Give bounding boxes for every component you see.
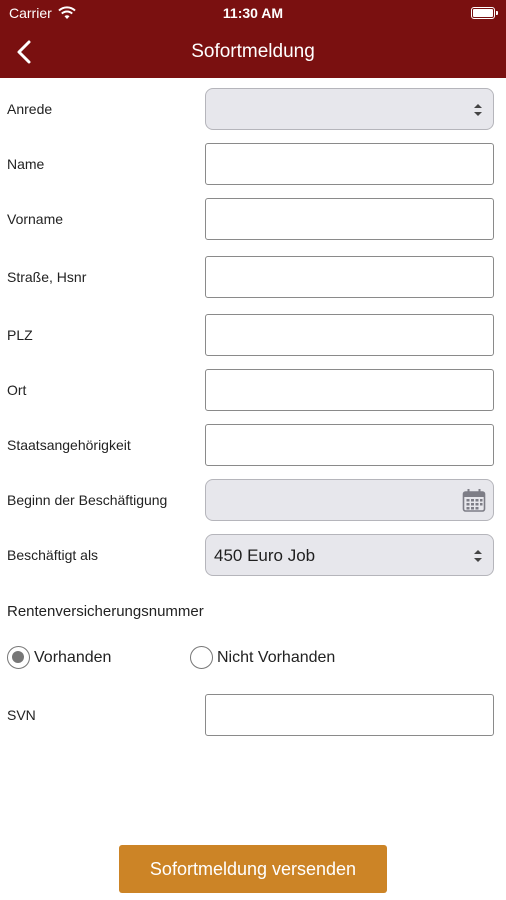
updown-chevron-icon	[474, 550, 482, 562]
ort-label: Ort	[7, 382, 27, 398]
beginn-date-field[interactable]	[205, 479, 494, 521]
svn-field[interactable]	[205, 694, 494, 736]
navigation-bar: Sofortmeldung	[0, 28, 506, 78]
name-field[interactable]	[205, 143, 494, 185]
vorname-label: Vorname	[7, 211, 64, 227]
strasse-field[interactable]	[205, 256, 494, 298]
rv-section-heading: Rentenversicherungsnummer	[7, 603, 204, 620]
submit-button[interactable]: Sofortmeldung versenden	[119, 845, 387, 893]
plz-field[interactable]	[205, 314, 494, 356]
vorname-field[interactable]	[205, 198, 494, 240]
radio-vorhanden[interactable]: Vorhanden	[7, 646, 111, 669]
app-header: Carrier 11:30 AM Sofortmeldung	[0, 0, 506, 78]
staat-input[interactable]	[206, 425, 493, 465]
beginn-label: Beginn der Beschäftigung	[7, 492, 168, 508]
radio-nicht-vorhanden-label: Nicht Vorhanden	[217, 648, 336, 666]
anrede-select[interactable]	[205, 88, 494, 130]
staat-field[interactable]	[205, 424, 494, 466]
svn-input[interactable]	[206, 695, 493, 735]
radio-vorhanden-label: Vorhanden	[34, 648, 112, 666]
name-input[interactable]	[206, 144, 493, 184]
updown-chevron-icon	[474, 104, 482, 116]
strasse-label: Straße, Hsnr	[7, 269, 87, 285]
status-bar: Carrier 11:30 AM	[0, 0, 506, 28]
radio-nicht-vorhanden[interactable]: Nicht Vorhanden	[190, 646, 335, 669]
plz-label: PLZ	[7, 327, 33, 343]
vorname-input[interactable]	[206, 199, 493, 239]
beschaeftigt-select[interactable]: 450 Euro Job	[205, 534, 494, 576]
ort-input[interactable]	[206, 370, 493, 410]
beschaeftigt-label: Beschäftigt als	[7, 547, 99, 563]
plz-input[interactable]	[206, 315, 493, 355]
status-time: 11:30 AM	[222, 5, 284, 21]
strasse-input[interactable]	[206, 257, 493, 297]
name-label: Name	[7, 156, 45, 172]
svn-label: SVN	[7, 707, 36, 723]
radio-unchecked-icon[interactable]	[190, 646, 213, 669]
radio-checked-icon[interactable]	[7, 646, 30, 669]
beschaeftigt-value: 450 Euro Job	[214, 546, 316, 565]
staat-label: Staatsangehörigkeit	[7, 437, 131, 453]
calendar-icon[interactable]	[462, 488, 486, 513]
page-title: Sofortmeldung	[191, 41, 315, 62]
anrede-label: Anrede	[7, 101, 53, 117]
battery-icon	[471, 7, 498, 19]
ort-field[interactable]	[205, 369, 494, 411]
